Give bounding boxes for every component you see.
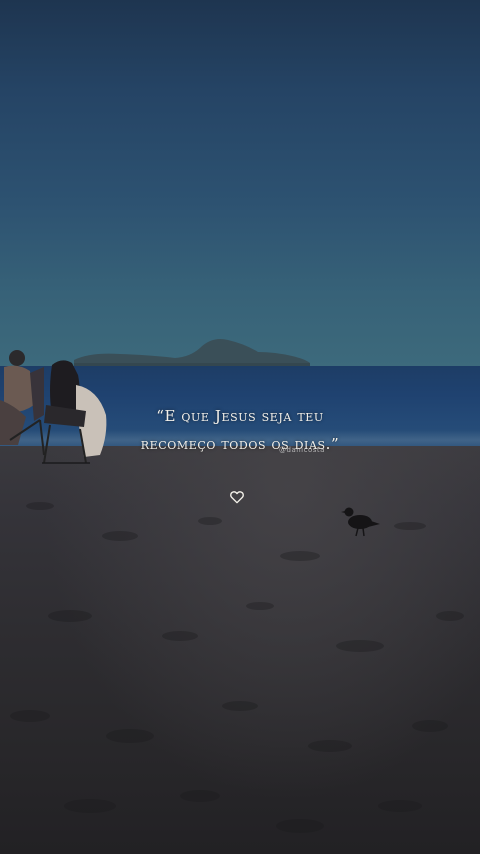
quote-text: “E que Jesus seja teu recomeço todos os … [0,402,480,458]
quote-line-2: recomeço todos os dias.” [140,435,340,453]
author-handle: @danicosta [279,446,325,454]
sand-texture [10,502,464,833]
quote-line-1: “E que Jesus seja teu [156,407,324,425]
heart-outline-icon[interactable] [229,489,245,505]
pigeon [341,507,380,537]
sky [0,0,480,368]
beach-scene: “E que Jesus seja teu recomeço todos os … [0,0,480,854]
